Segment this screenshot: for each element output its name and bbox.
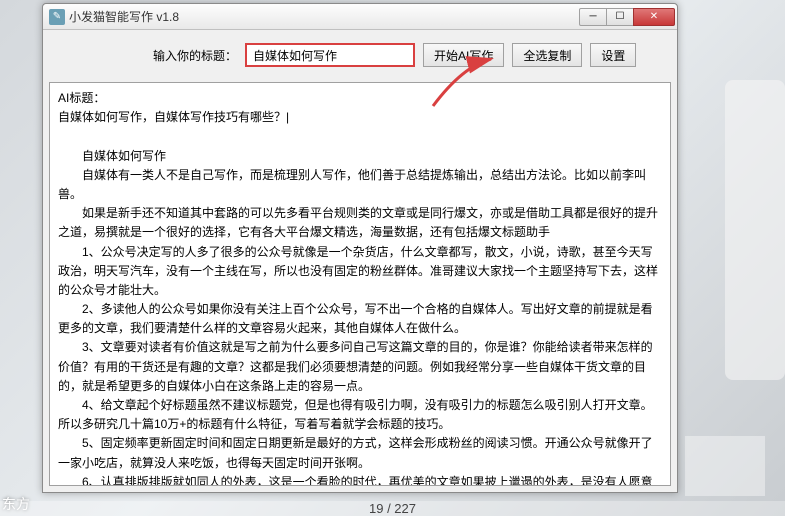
article-title: 自媒体如何写作 (58, 147, 662, 166)
ai-title-value: 自媒体如何写作，自媒体写作技巧有哪些？ (58, 108, 662, 127)
close-button[interactable]: ✕ (633, 8, 675, 26)
window-title: 小发猫智能写作 v1.8 (69, 8, 580, 25)
article-paragraph: 1、公众号决定写的人多了很多的公众号就像是一个杂货店，什么文章都写，散文，小说，… (58, 243, 662, 301)
content-textarea[interactable]: AI标题： 自媒体如何写作，自媒体写作技巧有哪些？ 自媒体如何写作 自媒体有一类… (49, 82, 671, 486)
article-paragraph: 5、固定频率更新固定时间和固定日期更新是最好的方式，这样会形成粉丝的阅读习惯。开… (58, 434, 662, 472)
toolbar: 输入你的标题： 开始AI写作 全选复制 设置 (43, 30, 677, 80)
minimize-button[interactable]: ─ (579, 8, 607, 26)
article-paragraph: 如果是新手还不知道其中套路的可以先多看平台规则类的文章或是同行爆文，亦或是借助工… (58, 204, 662, 242)
page-counter: 19 / 227 (0, 501, 785, 516)
bg-decoration (685, 436, 765, 496)
start-ai-button[interactable]: 开始AI写作 (423, 43, 504, 67)
article-paragraph: 3、文章要对读者有价值这就是写之前为什么要多问自己写这篇文章的目的，你是谁？你能… (58, 338, 662, 396)
maximize-button[interactable]: ☐ (606, 8, 634, 26)
titlebar[interactable]: ✎ 小发猫智能写作 v1.8 ─ ☐ ✕ (43, 4, 677, 30)
bg-decoration (725, 80, 785, 380)
article-paragraph: 2、多读他人的公众号如果你没有关注上百个公众号，写不出一个合格的自媒体人。写出好… (58, 300, 662, 338)
copy-all-button[interactable]: 全选复制 (512, 43, 582, 67)
article-paragraph: 自媒体有一类人不是自己写作，而是梳理别人写作，他们善于总结提炼输出，总结出方法论… (58, 166, 662, 204)
app-icon: ✎ (49, 9, 65, 25)
article-paragraph: 6、认真排版排版就如同人的外表，这是一个看脸的时代，再优美的文章如果披上邋遢的外… (58, 473, 662, 486)
app-window: ✎ 小发猫智能写作 v1.8 ─ ☐ ✕ 输入你的标题： 开始AI写作 全选复制… (42, 3, 678, 493)
settings-button[interactable]: 设置 (590, 43, 636, 67)
window-controls: ─ ☐ ✕ (580, 8, 675, 26)
article-paragraph: 4、给文章起个好标题虽然不建议标题党，但是也得有吸引力啊，没有吸引力的标题怎么吸… (58, 396, 662, 434)
input-label: 输入你的标题： (153, 47, 237, 64)
title-input[interactable] (245, 43, 415, 67)
ai-title-label: AI标题： (58, 89, 662, 108)
